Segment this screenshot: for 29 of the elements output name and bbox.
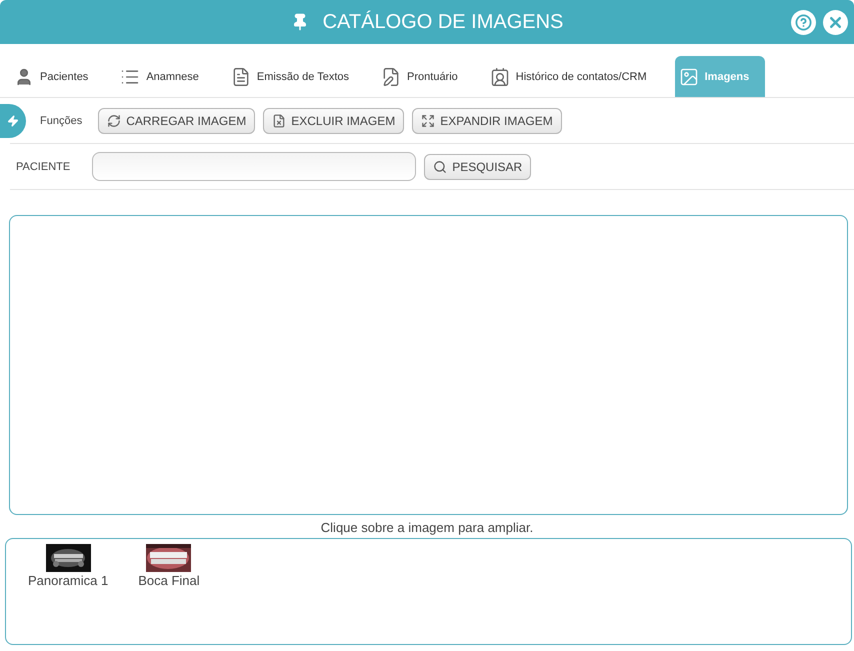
tab[interactable]: Emissão de Textos <box>226 56 366 97</box>
lightning-icon <box>7 114 19 126</box>
patient-field[interactable] <box>92 152 416 181</box>
expand-icon <box>421 114 436 128</box>
close-button[interactable] <box>823 10 848 35</box>
action-button[interactable]: EXCLUIR IMAGEM <box>263 108 404 134</box>
window-title: CATÁLOGO DE IMAGENS <box>322 10 564 34</box>
tab[interactable]: Pacientes <box>10 56 104 97</box>
help-icon <box>795 14 812 31</box>
document-icon <box>230 66 251 86</box>
search-button[interactable]: PESQUISAR <box>424 154 532 180</box>
patient-label: PACIENTE <box>16 160 70 172</box>
thumbnail-caption: Boca Final <box>138 573 200 588</box>
action-button[interactable]: EXPANDIR IMAGEM <box>412 108 562 134</box>
delete-file-icon <box>272 114 286 128</box>
close-icon <box>827 14 844 31</box>
tab[interactable]: Histórico de contatos/CRM <box>486 56 663 97</box>
action-button[interactable]: CARREGAR IMAGEM <box>98 108 256 134</box>
tab[interactable]: Prontuário <box>377 56 474 97</box>
image-icon <box>678 66 699 86</box>
search-icon <box>433 160 448 174</box>
thumbnail-caption: Panoramica 1 <box>28 573 108 588</box>
refresh-icon <box>107 114 122 128</box>
help-button[interactable] <box>791 10 816 35</box>
edit-document-icon <box>381 66 402 86</box>
tab[interactable]: Anamnese <box>116 56 215 97</box>
contact-icon <box>490 66 510 86</box>
functions-label: Funções <box>40 114 82 126</box>
viewer-caption: Clique sobre a imagem para ampliar. <box>320 520 534 535</box>
